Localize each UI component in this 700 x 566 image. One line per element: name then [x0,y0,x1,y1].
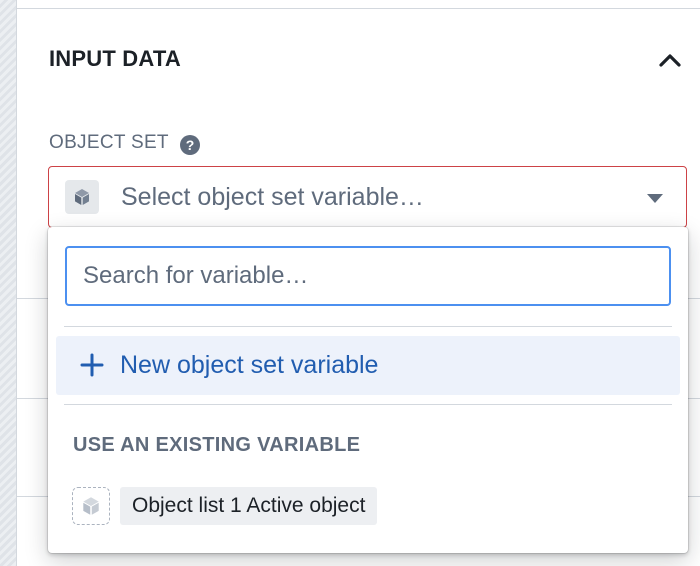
collapse-section-button[interactable] [657,47,683,73]
help-icon[interactable]: ? [180,135,200,155]
chevron-up-icon [659,54,681,67]
new-object-set-variable-item[interactable]: New object set variable [56,336,680,395]
object-set-select[interactable]: Select object set variable… [48,166,687,228]
left-rail [0,0,16,566]
plus-icon [80,353,104,377]
new-variable-label: New object set variable [120,351,379,379]
caret-down-icon [647,194,663,203]
section-title: INPUT DATA [49,46,181,71]
variable-list-item[interactable]: Object list 1 Active object [72,485,632,529]
variable-item-label: Object list 1 Active object [120,487,378,525]
top-divider [17,8,700,9]
select-placeholder: Select object set variable… [121,183,424,211]
menu-divider [64,404,672,405]
variable-dropdown: New object set variable USE AN EXISTING … [48,227,688,553]
object-set-label: OBJECT SET [49,132,169,153]
cube-icon [65,180,99,214]
variable-search-input[interactable] [65,246,671,306]
object-dashed-cube-icon [72,487,110,525]
existing-variable-header: USE AN EXISTING VARIABLE [73,434,361,456]
menu-divider [64,326,672,327]
